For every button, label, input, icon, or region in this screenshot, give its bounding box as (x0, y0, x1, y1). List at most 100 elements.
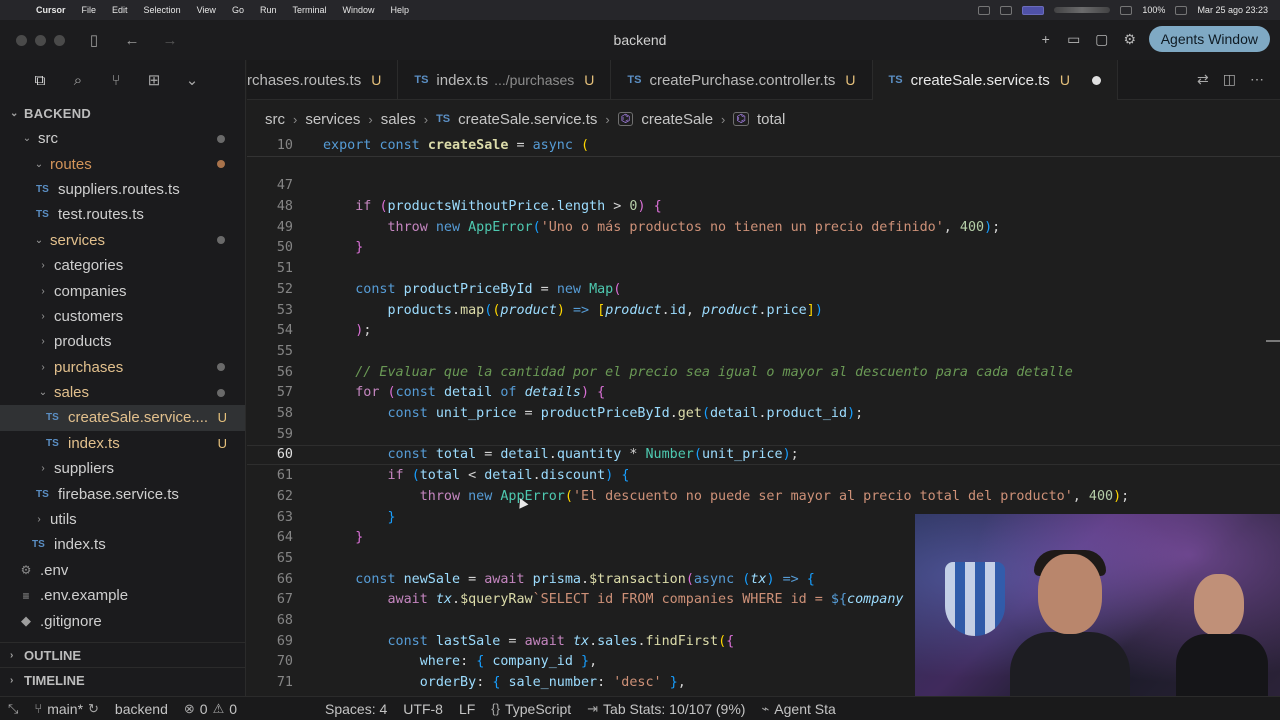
menu-view[interactable]: View (189, 5, 224, 15)
zoom-window-button[interactable] (54, 34, 65, 46)
tree-folder[interactable]: ⌄ sales (0, 380, 245, 405)
code-line[interactable]: 49 throw new AppError('Uno o más product… (247, 217, 1280, 238)
tree-file[interactable]: ◆ .gitignore (0, 608, 245, 633)
chat-icon[interactable]: ▢ (1093, 30, 1111, 48)
symbol-variable-icon: ⌬ (733, 112, 749, 126)
code-line[interactable]: 58 const unit_price = productPriceById.g… (247, 403, 1280, 424)
code-line[interactable]: 60 const total = detail.quantity * Numbe… (247, 444, 1280, 466)
plus-icon[interactable]: + (1037, 30, 1055, 48)
menu-file[interactable]: File (74, 5, 105, 15)
menu-selection[interactable]: Selection (136, 5, 189, 15)
tab-createpurchase-controller[interactable]: TS createPurchase.controller.ts U (611, 60, 873, 100)
breadcrumb-item[interactable]: createSale (641, 111, 713, 128)
code-line[interactable]: 47 (247, 176, 1280, 197)
problems-indicator[interactable]: ⊗ 0 ⚠ 0 (176, 701, 245, 717)
menu-run[interactable]: Run (252, 5, 285, 15)
code-line[interactable]: 55 (247, 341, 1280, 362)
code-line[interactable]: 61 if (total < detail.discount) { (247, 465, 1280, 486)
code-line[interactable]: 50 } (247, 238, 1280, 259)
tree-folder[interactable]: › companies (0, 278, 245, 303)
gear-icon[interactable]: ⚙ (1121, 30, 1139, 48)
code-line[interactable]: 10 export const createSale = async ( (247, 136, 1280, 157)
code-line[interactable]: 51 (247, 258, 1280, 279)
agents-window-button[interactable]: Agents Window (1148, 26, 1270, 52)
end-of-line[interactable]: LF (451, 701, 483, 717)
tree-folder[interactable]: › products (0, 329, 245, 354)
tree-folder[interactable]: ⌄ services (0, 228, 245, 253)
menu-edit[interactable]: Edit (104, 5, 136, 15)
tree-folder[interactable]: › purchases (0, 355, 245, 380)
code-line[interactable]: 57 for (const detail of details) { (247, 383, 1280, 404)
menu-help[interactable]: Help (383, 5, 418, 15)
indentation[interactable]: Spaces: 4 (317, 701, 395, 717)
unsaved-dot-icon[interactable] (1091, 75, 1101, 85)
status-icon[interactable] (1000, 5, 1013, 15)
tree-file[interactable]: TS test.routes.ts (0, 202, 245, 227)
more-icon[interactable]: ⋯ (1250, 71, 1264, 88)
source-control-icon[interactable]: ⑂ (106, 72, 126, 89)
text-file-icon: ≡ (22, 588, 30, 603)
tab-stats[interactable]: ⇥ Tab Stats: 10/107 (9%) (579, 701, 753, 717)
clock[interactable]: Mar 25 ago 23:23 (1197, 5, 1268, 15)
tree-file[interactable]: ≡ .env.example (0, 583, 245, 608)
code-line[interactable]: 54 ); (247, 320, 1280, 341)
breadcrumb-item[interactable]: total (757, 111, 785, 128)
toggle-sidebar-icon[interactable]: ▯ (85, 31, 103, 49)
breadcrumb-item[interactable]: createSale.service.ts (458, 111, 597, 128)
status-icon[interactable] (978, 5, 991, 15)
menu-window[interactable]: Window (334, 5, 382, 15)
minimize-window-button[interactable] (35, 34, 46, 46)
tree-file[interactable]: TS index.ts U (0, 431, 245, 456)
code-line[interactable]: 52 const productPriceById = new Map( (247, 279, 1280, 300)
extensions-icon[interactable]: ⊞ (144, 71, 164, 89)
forward-arrow-icon[interactable]: → (161, 32, 179, 49)
tree-folder[interactable]: › categories (0, 253, 245, 278)
tree-file[interactable]: TS firebase.service.ts (0, 481, 245, 506)
breadcrumb-item[interactable]: src (265, 111, 285, 128)
panel-layout-icon[interactable]: ▭ (1065, 30, 1083, 48)
explorer-root-header[interactable]: ⌄ BACKEND (0, 100, 245, 126)
tree-folder[interactable]: ⌄ src (0, 126, 245, 151)
tree-folder[interactable]: › customers (0, 304, 245, 329)
tree-file[interactable]: TS createSale.service.... U (0, 405, 245, 431)
language-mode[interactable]: {} TypeScript (483, 701, 579, 717)
outline-section[interactable]: › OUTLINE (0, 642, 246, 667)
tab-purchases-routes[interactable]: rchases.routes.ts U (247, 60, 399, 100)
timeline-section[interactable]: › TIMELINE (0, 667, 246, 692)
agent-status[interactable]: ⌁ Agent Sta (753, 701, 843, 717)
menu-go[interactable]: Go (224, 5, 252, 15)
compare-icon[interactable]: ⇄ (1197, 71, 1209, 88)
tab-index-purchases[interactable]: TS index.ts .../purchases U (398, 60, 612, 100)
breadcrumb-item[interactable]: sales (381, 111, 416, 128)
battery-label[interactable]: 100% (1142, 5, 1165, 15)
remote-indicator[interactable]: ⤡ (0, 701, 26, 717)
code-line[interactable]: 62 throw new AppError('El descuento no p… (247, 486, 1280, 507)
tree-folder[interactable]: ⌄ routes (0, 151, 245, 176)
tree-file[interactable]: TS suppliers.routes.ts (0, 177, 245, 202)
code-line[interactable]: 56 // Evaluar que la cantidad por el pre… (247, 362, 1280, 383)
search-icon[interactable]: ⌕ (68, 72, 88, 89)
tree-folder[interactable]: › utils (0, 507, 245, 532)
tree-file[interactable]: TS index.ts (0, 532, 245, 557)
code-line[interactable]: 53 products.map((product) => [product.id… (247, 300, 1280, 321)
tree-folder[interactable]: › suppliers (0, 456, 245, 481)
menu-app[interactable]: Cursor (28, 5, 74, 15)
code-line[interactable]: 48 if (productsWithoutPrice.length > 0) … (247, 196, 1280, 217)
code-line[interactable]: 59 (247, 424, 1280, 445)
menu-terminal[interactable]: Terminal (284, 5, 334, 15)
project-name[interactable]: backend (107, 701, 176, 717)
git-branch[interactable]: ⑂ main* ↻ (26, 701, 107, 717)
tree-file[interactable]: ⚙ .env (0, 558, 245, 583)
split-editor-icon[interactable]: ◫ (1223, 71, 1236, 88)
tab-createsale-service[interactable]: TS createSale.service.ts U (872, 60, 1118, 100)
weather-widget[interactable] (1054, 7, 1111, 13)
back-arrow-icon[interactable]: ← (123, 32, 141, 49)
chevron-down-icon[interactable]: ⌄ (182, 71, 202, 89)
breadcrumb-item[interactable]: services (305, 111, 360, 128)
encoding[interactable]: UTF-8 (395, 701, 451, 717)
control-center-icon[interactable] (1175, 5, 1188, 15)
screen-record-icon[interactable] (1022, 5, 1045, 15)
close-window-button[interactable] (16, 34, 27, 46)
files-icon[interactable]: ⧉ (30, 72, 50, 89)
wifi-icon[interactable] (1120, 5, 1133, 15)
